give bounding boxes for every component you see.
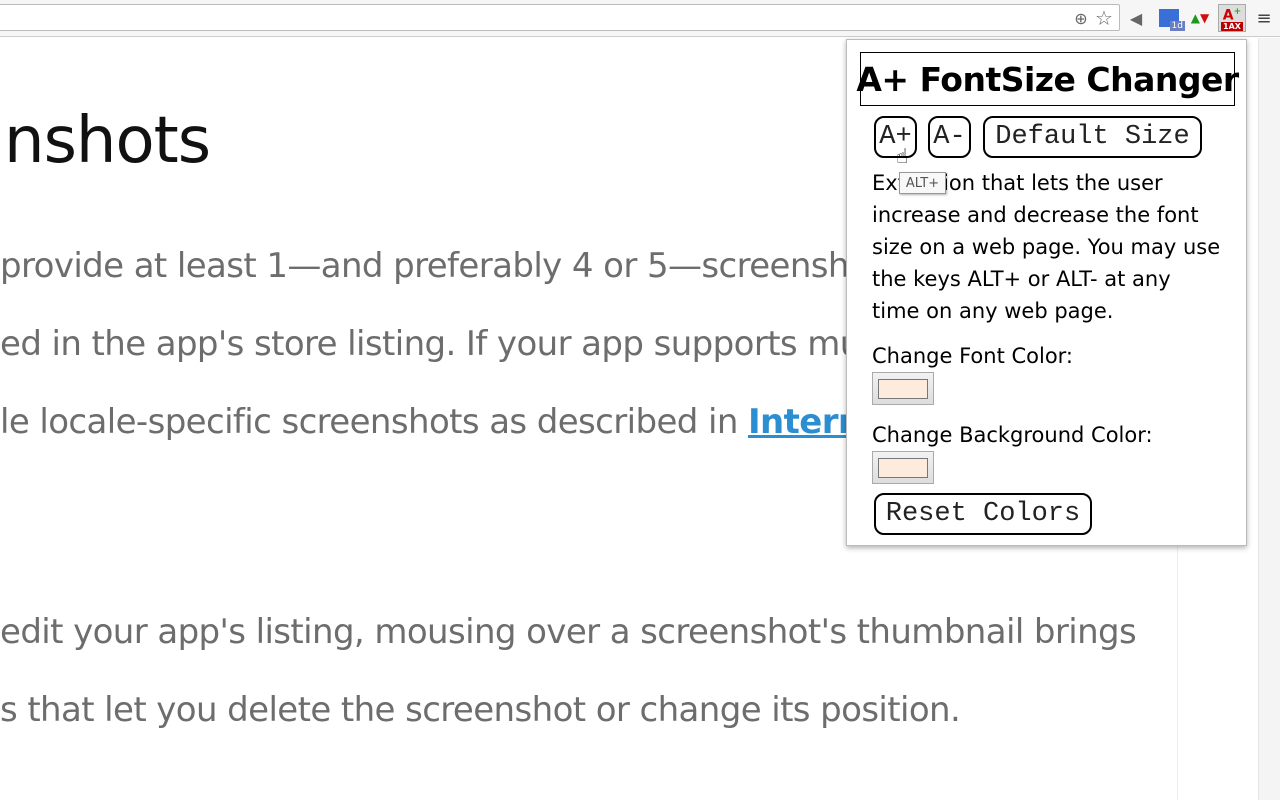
popup-title: A+ FontSize Changer xyxy=(856,52,1239,106)
font-color-swatch xyxy=(878,378,928,399)
bookmark-star-icon[interactable]: ☆ xyxy=(1093,6,1115,30)
font-color-picker[interactable] xyxy=(872,372,934,405)
scrollbar[interactable] xyxy=(1258,38,1280,800)
calendar-extension-icon[interactable]: 1d xyxy=(1156,7,1185,31)
arrows-extension-icon[interactable]: ▲ ▼ xyxy=(1188,7,1212,29)
font-color-label: Change Font Color: xyxy=(872,344,1074,368)
address-bar[interactable] xyxy=(0,4,1120,31)
reset-colors-button[interactable]: Reset Colors xyxy=(874,493,1092,535)
extension-popup: A+ FontSize Changer A+ A- Default Size E… xyxy=(846,39,1247,546)
fontsize-badge: 1AX xyxy=(1221,22,1243,32)
fontsize-extension-icon[interactable]: A+ 1AX xyxy=(1218,4,1246,32)
tooltip: ALT+ xyxy=(899,172,946,194)
paragraph-line: ed in the app's store listing. If your a… xyxy=(0,324,942,364)
background-color-picker[interactable] xyxy=(872,451,934,484)
default-size-button[interactable]: Default Size xyxy=(983,116,1202,158)
paragraph-line: provide at least 1—and preferably 4 or 5… xyxy=(0,246,900,286)
calendar-badge: 1d xyxy=(1169,21,1185,31)
page-heading: nshots xyxy=(4,104,211,178)
paragraph-text: le locale-specific screenshots as descri… xyxy=(0,402,748,442)
hand-cursor-icon: ☝ xyxy=(896,144,909,168)
paragraph-line: edit your app's listing, mousing over a … xyxy=(0,612,1137,652)
browser-toolbar: ⊕ ☆ ◀ 1d ▲ ▼ A+ 1AX ≡ xyxy=(0,0,1280,37)
zoom-icon[interactable]: ⊕ xyxy=(1072,7,1090,29)
paragraph-line: s that let you delete the screenshot or … xyxy=(0,690,961,730)
background-color-label: Change Background Color: xyxy=(872,423,1153,447)
decrease-font-button[interactable]: A- xyxy=(928,116,971,158)
audio-extension-icon[interactable]: ◀ xyxy=(1124,7,1148,29)
menu-icon[interactable]: ≡ xyxy=(1254,7,1274,29)
background-color-swatch xyxy=(878,457,928,478)
